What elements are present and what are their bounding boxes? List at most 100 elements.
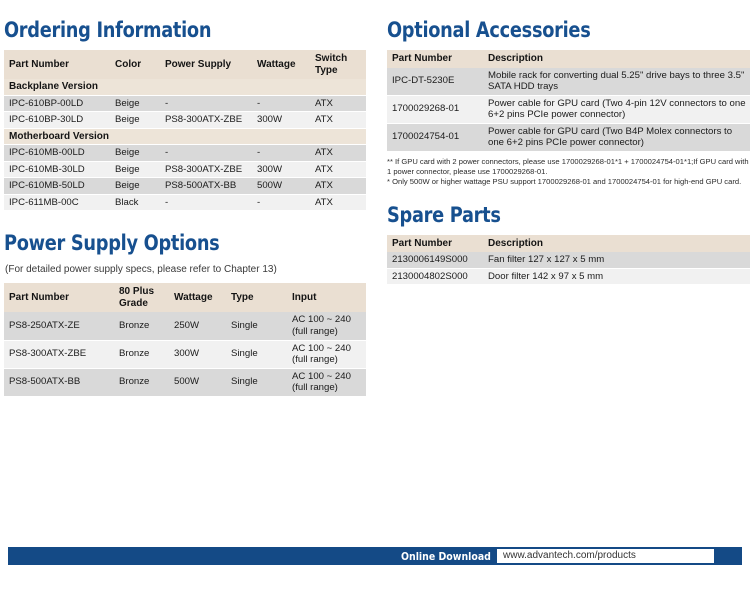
- cell-type: Single: [226, 340, 287, 369]
- cell-wattage: 300W: [169, 340, 226, 369]
- page-title-spare-parts: Spare Parts: [387, 202, 501, 227]
- cell-description: Power cable for GPU card (Two B4P Molex …: [483, 123, 750, 152]
- table-row: PS8-300ATX-ZBE Bronze 300W Single AC 100…: [4, 340, 366, 369]
- column-header-input: Input: [287, 283, 366, 312]
- cell-color: Beige: [110, 95, 160, 112]
- table-row: IPC-610MB-00LD Beige - - ATX: [4, 144, 366, 162]
- cell-wattage: 500W: [252, 177, 310, 195]
- group-label: Backplane Version: [4, 79, 366, 96]
- column-header-80-plus-grade: 80 Plus Grade: [114, 283, 169, 312]
- column-header-type: Type: [226, 283, 287, 312]
- cell-grade: Bronze: [114, 340, 169, 369]
- table-row: IPC-610MB-30LD Beige PS8-300ATX-ZBE 300W…: [4, 161, 366, 178]
- power-supply-subtitle: (For detailed power supply specs, please…: [5, 264, 277, 275]
- cell-part-number: IPC-610BP-30LD: [4, 111, 110, 129]
- cell-power-supply: PS8-300ATX-ZBE: [160, 111, 252, 129]
- cell-description: Door filter 142 x 97 x 5 mm: [483, 268, 750, 285]
- footnote-double-asterisk: ** If GPU card with 2 power connectors, …: [387, 156, 749, 176]
- cell-switch-type: ATX: [310, 194, 366, 211]
- cell-part-number: IPC-610MB-30LD: [4, 161, 110, 178]
- cell-part-number: 2130004802S000: [387, 268, 483, 285]
- cell-input: AC 100 ~ 240 (full range): [287, 312, 366, 341]
- table-row: IPC-610MB-50LD Beige PS8-500ATX-BB 500W …: [4, 177, 366, 195]
- cell-part-number: IPC-610BP-00LD: [4, 95, 110, 112]
- cell-part-number: IPC-610MB-00LD: [4, 144, 110, 162]
- cell-part-number: 2130006149S000: [387, 252, 483, 269]
- cell-part-number: IPC-DT-5230E: [387, 67, 483, 96]
- cell-description: Mobile rack for converting dual 5.25" dr…: [483, 67, 750, 96]
- table-row: 2130006149S000 Fan filter 127 x 127 x 5 …: [387, 252, 750, 269]
- cell-color: Beige: [110, 161, 160, 178]
- table-row: PS8-500ATX-BB Bronze 500W Single AC 100 …: [4, 368, 366, 397]
- table-header-row: Part Number 80 Plus Grade Wattage Type I…: [4, 283, 366, 312]
- cell-wattage: 250W: [169, 312, 226, 341]
- table-row: 1700024754-01 Power cable for GPU card (…: [387, 123, 750, 152]
- right-column: Optional Accessories Part Number Descrip…: [387, 18, 750, 285]
- table-row: PS8-250ATX-ZE Bronze 250W Single AC 100 …: [4, 312, 366, 341]
- table-group-row-motherboard: Motherboard Version: [4, 128, 366, 145]
- table-row: IPC-611MB-00C Black - - ATX: [4, 194, 366, 211]
- cell-switch-type: ATX: [310, 144, 366, 162]
- table-row: IPC-610BP-30LD Beige PS8-300ATX-ZBE 300W…: [4, 111, 366, 129]
- cell-description: Fan filter 127 x 127 x 5 mm: [483, 252, 750, 269]
- cell-type: Single: [226, 312, 287, 341]
- column-header-description: Description: [483, 50, 750, 68]
- cell-part-number: 1700024754-01: [387, 123, 483, 152]
- table-header-row: Part Number Description: [387, 234, 750, 252]
- spare-parts-table: Part Number Description 2130006149S000 F…: [387, 234, 750, 286]
- cell-wattage: 300W: [252, 161, 310, 178]
- cell-wattage: -: [252, 194, 310, 211]
- column-header-color: Color: [110, 50, 160, 79]
- cell-grade: Bronze: [114, 368, 169, 397]
- cell-power-supply: -: [160, 144, 252, 162]
- optional-accessories-footnotes: ** If GPU card with 2 power connectors, …: [387, 157, 750, 187]
- cell-wattage: -: [252, 144, 310, 162]
- table-row: IPC-DT-5230E Mobile rack for converting …: [387, 67, 750, 96]
- footer-bar: Online Download www.advantech.com/produc…: [8, 547, 742, 565]
- column-header-part-number: Part Number: [4, 283, 114, 312]
- cell-part-number: PS8-500ATX-BB: [4, 368, 114, 397]
- footnote-single-asterisk: * Only 500W or higher wattage PSU suppor…: [387, 176, 742, 186]
- cell-part-number: PS8-300ATX-ZBE: [4, 340, 114, 369]
- online-download-url[interactable]: www.advantech.com/products: [497, 549, 714, 563]
- cell-color: Beige: [110, 177, 160, 195]
- cell-type: Single: [226, 368, 287, 397]
- table-header-row: Part Number Description: [387, 50, 750, 68]
- power-supply-options-table: Part Number 80 Plus Grade Wattage Type I…: [4, 283, 366, 397]
- ordering-information-table: Part Number Color Power Supply Wattage S…: [4, 50, 366, 211]
- cell-wattage: 500W: [169, 368, 226, 397]
- page-title-power-supply-options: Power Supply Options: [4, 231, 220, 255]
- cell-power-supply: -: [160, 194, 252, 211]
- cell-color: Black: [110, 194, 160, 211]
- datasheet-page: Ordering Information Part Number Color P…: [0, 0, 750, 591]
- cell-power-supply: PS8-500ATX-BB: [160, 177, 252, 195]
- table-row: IPC-610BP-00LD Beige - - ATX: [4, 95, 366, 112]
- cell-input: AC 100 ~ 240 (full range): [287, 368, 366, 397]
- cell-wattage: 300W: [252, 111, 310, 129]
- column-header-part-number: Part Number: [387, 50, 483, 68]
- cell-description: Power cable for GPU card (Two 4-pin 12V …: [483, 95, 750, 124]
- left-column: Ordering Information Part Number Color P…: [4, 18, 366, 397]
- column-header-description: Description: [483, 234, 750, 252]
- cell-wattage: -: [252, 95, 310, 112]
- page-title-optional-accessories: Optional Accessories: [387, 18, 591, 42]
- column-header-power-supply: Power Supply: [160, 50, 252, 79]
- cell-part-number: PS8-250ATX-ZE: [4, 312, 114, 341]
- column-header-wattage: Wattage: [252, 50, 310, 79]
- cell-power-supply: -: [160, 95, 252, 112]
- cell-color: Beige: [110, 144, 160, 162]
- table-row: 2130004802S000 Door filter 142 x 97 x 5 …: [387, 268, 750, 285]
- column-header-part-number: Part Number: [387, 234, 483, 252]
- column-header-part-number: Part Number: [4, 50, 110, 79]
- cell-power-supply: PS8-300ATX-ZBE: [160, 161, 252, 178]
- column-header-switch-type: Switch Type: [310, 50, 366, 79]
- cell-part-number: 1700029268-01: [387, 95, 483, 124]
- cell-switch-type: ATX: [310, 177, 366, 195]
- cell-color: Beige: [110, 111, 160, 129]
- cell-part-number: IPC-610MB-50LD: [4, 177, 110, 195]
- table-header-row: Part Number Color Power Supply Wattage S…: [4, 50, 366, 79]
- cell-part-number: IPC-611MB-00C: [4, 194, 110, 211]
- group-label: Motherboard Version: [4, 128, 366, 145]
- table-row: 1700029268-01 Power cable for GPU card (…: [387, 95, 750, 124]
- optional-accessories-table: Part Number Description IPC-DT-5230E Mob…: [387, 50, 750, 152]
